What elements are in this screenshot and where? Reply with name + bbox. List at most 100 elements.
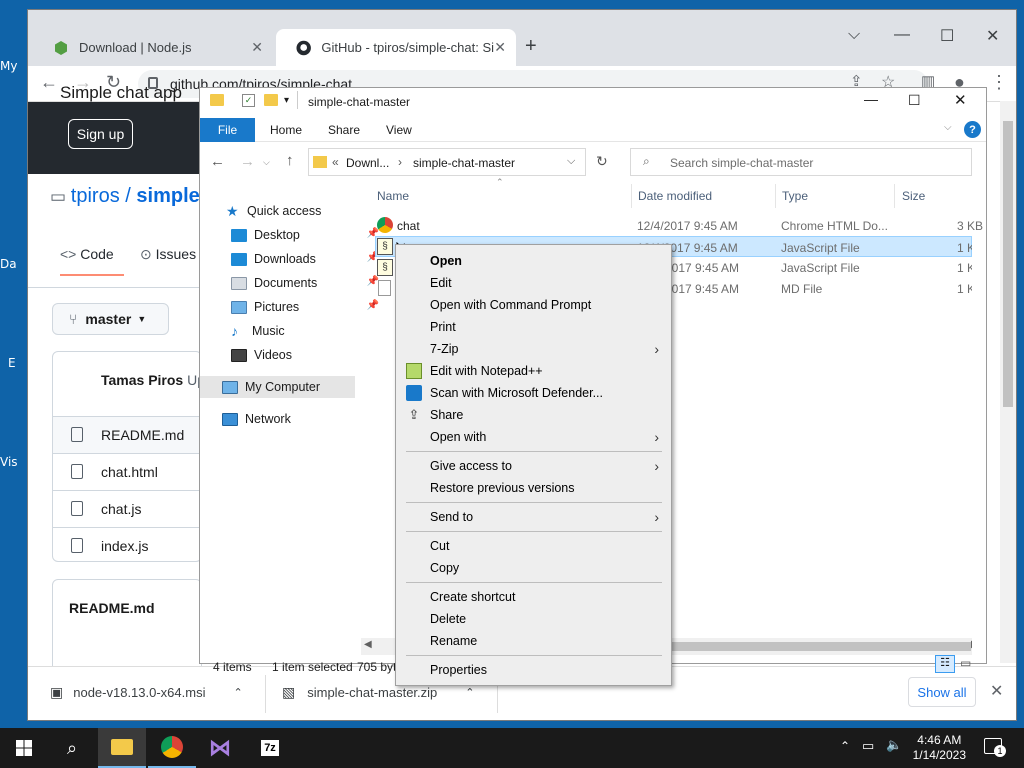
address-dropdown-icon[interactable]: ⌵ xyxy=(567,155,575,168)
tab-nodejs-download[interactable]: Download | Node.js ✕ xyxy=(33,29,273,66)
menu-item-copy[interactable]: Copy xyxy=(398,557,669,579)
taskbar-visual-studio[interactable]: ⋈ xyxy=(196,728,244,768)
download-item-node[interactable]: ▣ node-v18.13.0-x64.msi ⌃ xyxy=(50,684,243,701)
close-downloads-icon[interactable]: ✕ xyxy=(990,681,1003,701)
menu-item-give-access-to[interactable]: Give access to › xyxy=(398,455,669,477)
nav-videos[interactable]: Videos xyxy=(231,344,385,366)
minimize-icon[interactable]: — xyxy=(864,91,878,107)
breadcrumb-separator-icon[interactable]: › xyxy=(398,155,402,169)
nav-quick-access[interactable]: ★ Quick access xyxy=(226,200,380,222)
column-name[interactable]: Name xyxy=(377,189,409,203)
nav-desktop[interactable]: Desktop 📌 xyxy=(231,224,385,246)
repo-name-link[interactable]: simple xyxy=(136,185,199,207)
nav-my-computer[interactable]: My Computer xyxy=(200,376,355,398)
maximize-icon[interactable]: ☐ xyxy=(908,92,921,109)
customize-toolbar-icon[interactable]: ▾ xyxy=(284,95,289,106)
back-icon[interactable]: ← xyxy=(210,153,225,170)
clock[interactable]: 4:46 AM 1/14/2023 xyxy=(913,733,966,763)
taskbar-file-explorer[interactable] xyxy=(98,728,146,768)
menu-item-open-with[interactable]: Open with › xyxy=(398,426,669,448)
notification-center-icon[interactable]: 1 xyxy=(984,738,1006,757)
nav-network[interactable]: Network xyxy=(222,408,376,430)
repo-owner-link[interactable]: tpiros xyxy=(71,185,120,207)
taskbar-chrome[interactable] xyxy=(148,728,196,768)
tab-github-simple-chat[interactable]: GitHub - tpiros/simple-chat: Simp ✕ xyxy=(276,29,516,66)
refresh-icon[interactable]: ↻ xyxy=(596,153,608,170)
chevron-up-icon[interactable]: ⌃ xyxy=(465,686,474,699)
branch-selector[interactable]: ⑂ master ▼ xyxy=(52,303,169,335)
menu-item-open[interactable]: Open xyxy=(398,250,669,272)
file-row[interactable]: index.js xyxy=(53,527,201,561)
breadcrumb-simple-chat-master[interactable]: simple-chat-master xyxy=(413,156,515,170)
scrollbar-thumb[interactable] xyxy=(1003,121,1013,407)
menu-icon[interactable]: ⋮ xyxy=(990,72,1008,93)
large-icons-view-icon[interactable]: ▭ xyxy=(960,656,971,670)
forward-icon[interactable]: → xyxy=(240,153,255,170)
commit-author[interactable]: Tamas Piros xyxy=(101,372,183,388)
column-date-modified[interactable]: Date modified xyxy=(638,189,712,203)
breadcrumb-downloads[interactable]: Downl... xyxy=(346,156,389,170)
menu-item-rename[interactable]: Rename xyxy=(398,630,669,652)
network-status-icon[interactable]: ▭ xyxy=(862,738,874,754)
menu-item-open-with-command-prompt[interactable]: Open with Command Prompt xyxy=(398,294,669,316)
nav-pictures[interactable]: Pictures 📌 xyxy=(231,296,385,318)
new-tab-button[interactable]: + xyxy=(525,35,537,58)
ribbon-home-tab[interactable]: Home xyxy=(270,123,302,137)
show-hidden-icons-chevron[interactable]: ⌃ xyxy=(840,739,850,753)
close-window-icon[interactable]: ✕ xyxy=(986,26,999,46)
address-bar[interactable]: « Downl... › simple-chat-master ⌵ xyxy=(308,148,586,176)
taskbar-7zip[interactable]: 7z xyxy=(246,728,294,768)
menu-item-send-to[interactable]: Send to › xyxy=(398,506,669,528)
nav-music[interactable]: ♪ Music xyxy=(231,320,385,342)
file-row[interactable]: chat 12/4/2017 9:45 AM Chrome HTML Do...… xyxy=(375,215,983,236)
maximize-icon[interactable]: ☐ xyxy=(940,26,954,46)
volume-icon[interactable]: 🔈 xyxy=(886,737,902,753)
menu-item-print[interactable]: Print xyxy=(398,316,669,338)
close-window-icon[interactable]: ✕ xyxy=(954,91,967,109)
ribbon-file-tab[interactable]: File xyxy=(200,118,255,142)
download-item-zip[interactable]: ▧ simple-chat-master.zip ⌃ xyxy=(282,684,475,701)
tab-search-icon[interactable]: ⌵ xyxy=(848,26,860,44)
chevron-up-icon[interactable]: ⌃ xyxy=(233,686,242,699)
up-folder-icon[interactable]: ↑ xyxy=(286,152,294,169)
new-folder-icon[interactable] xyxy=(264,94,278,106)
file-row[interactable]: README.md xyxy=(53,416,201,453)
column-type[interactable]: Type xyxy=(782,189,808,203)
overflow-chevron[interactable]: « xyxy=(332,155,339,169)
close-tab-icon[interactable]: ✕ xyxy=(494,39,506,56)
help-icon[interactable]: ? xyxy=(964,121,981,138)
menu-item-properties[interactable]: Properties xyxy=(398,659,669,681)
search-icon[interactable]: ⌕ xyxy=(48,728,96,768)
menu-item-7zip[interactable]: 7-Zip › xyxy=(398,338,669,360)
ribbon-share-tab[interactable]: Share xyxy=(328,123,360,137)
ribbon-view-tab[interactable]: View xyxy=(386,123,412,137)
properties-quick-icon[interactable]: ✓ xyxy=(242,94,255,107)
menu-item-cut[interactable]: Cut xyxy=(398,535,669,557)
menu-item-create-shortcut[interactable]: Create shortcut xyxy=(398,586,669,608)
menu-item-edit-with-notepadpp[interactable]: Edit with Notepad++ xyxy=(398,360,669,382)
pin-icon[interactable]: 📌 xyxy=(367,300,379,311)
show-all-button[interactable]: Show all xyxy=(908,677,976,707)
close-tab-icon[interactable]: ✕ xyxy=(251,39,263,56)
file-row[interactable]: chat.html xyxy=(53,453,201,490)
tab-issues[interactable]: ⊙ Issues xyxy=(140,246,196,263)
start-button[interactable] xyxy=(0,728,48,768)
page-scrollbar[interactable] xyxy=(1000,101,1016,663)
sign-up-button[interactable]: Sign up xyxy=(68,119,133,149)
recent-locations-icon[interactable]: ⌵ xyxy=(263,157,270,168)
scroll-left-icon[interactable]: ◀ xyxy=(364,639,372,650)
back-icon[interactable]: ← xyxy=(40,72,58,93)
menu-item-scan-defender[interactable]: Scan with Microsoft Defender... xyxy=(398,382,669,404)
menu-item-restore-previous-versions[interactable]: Restore previous versions xyxy=(398,477,669,499)
expand-ribbon-icon[interactable]: ⌵ xyxy=(944,122,952,133)
column-size[interactable]: Size xyxy=(902,189,925,203)
nav-downloads[interactable]: Downloads 📌 xyxy=(231,248,385,270)
tab-code[interactable]: <> Code xyxy=(60,246,114,262)
minimize-icon[interactable]: — xyxy=(894,26,910,44)
menu-item-delete[interactable]: Delete xyxy=(398,608,669,630)
nav-documents[interactable]: Documents 📌 xyxy=(231,272,385,294)
details-view-icon[interactable]: ☷ xyxy=(935,655,955,673)
menu-item-edit[interactable]: Edit xyxy=(398,272,669,294)
menu-item-share[interactable]: ⇪ Share xyxy=(398,404,669,426)
file-row[interactable]: chat.js xyxy=(53,490,201,527)
